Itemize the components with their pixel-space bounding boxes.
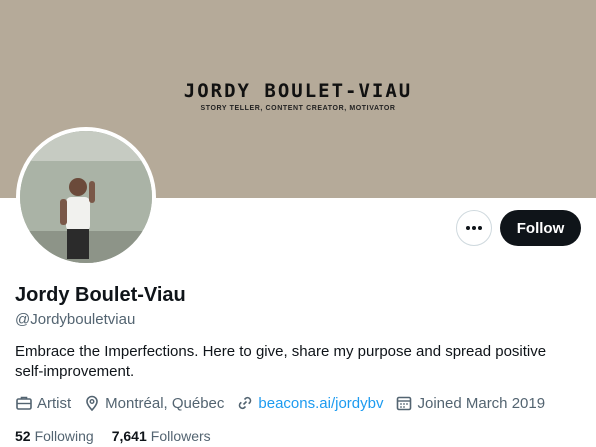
- link-icon: [239, 396, 252, 410]
- meta-category-label: Artist: [37, 394, 72, 412]
- banner-subtitle: STORY TELLER, CONTENT CREATOR, MOTIVATOR: [200, 105, 396, 112]
- banner-title: JORDY BOULET-VIAU: [183, 80, 413, 102]
- profile-bio: Embrace the Imperfections. Here to give,…: [15, 343, 547, 380]
- ellipsis-icon: [466, 226, 482, 230]
- meta-location: Montréal, Québec: [83, 394, 224, 412]
- profile-stats: 52 Following 7,641 Followers: [15, 428, 229, 444]
- website-link[interactable]: beacons.ai/jordybv: [258, 395, 383, 412]
- meta-category: Artist: [15, 394, 71, 412]
- more-options-button[interactable]: [456, 210, 492, 246]
- followers-link[interactable]: 7,641 Followers: [112, 428, 211, 444]
- follow-button[interactable]: Follow: [500, 210, 581, 246]
- profile-meta: Artist Montréal, Québec beacons.ai/jordy…: [15, 394, 557, 412]
- calendar-icon: [397, 396, 412, 411]
- followers-label: Followers: [150, 428, 211, 444]
- followers-count: 7,641: [111, 428, 147, 444]
- meta-location-label: Montréal, Québec: [105, 394, 225, 412]
- meta-joined: Joined March 2019: [395, 394, 545, 412]
- following-count: 52: [15, 428, 31, 444]
- profile-handle: @Jordybouletviau: [15, 311, 136, 328]
- profile-name: Jordy Boulet-Viau: [15, 284, 186, 306]
- briefcase-icon: [16, 396, 32, 410]
- following-link[interactable]: 52 Following: [15, 428, 94, 444]
- location-pin-icon: [86, 395, 98, 412]
- meta-website[interactable]: beacons.ai/jordybv: [236, 394, 383, 412]
- meta-joined-label: Joined March 2019: [417, 394, 546, 412]
- avatar[interactable]: [16, 127, 156, 267]
- following-label: Following: [34, 428, 94, 444]
